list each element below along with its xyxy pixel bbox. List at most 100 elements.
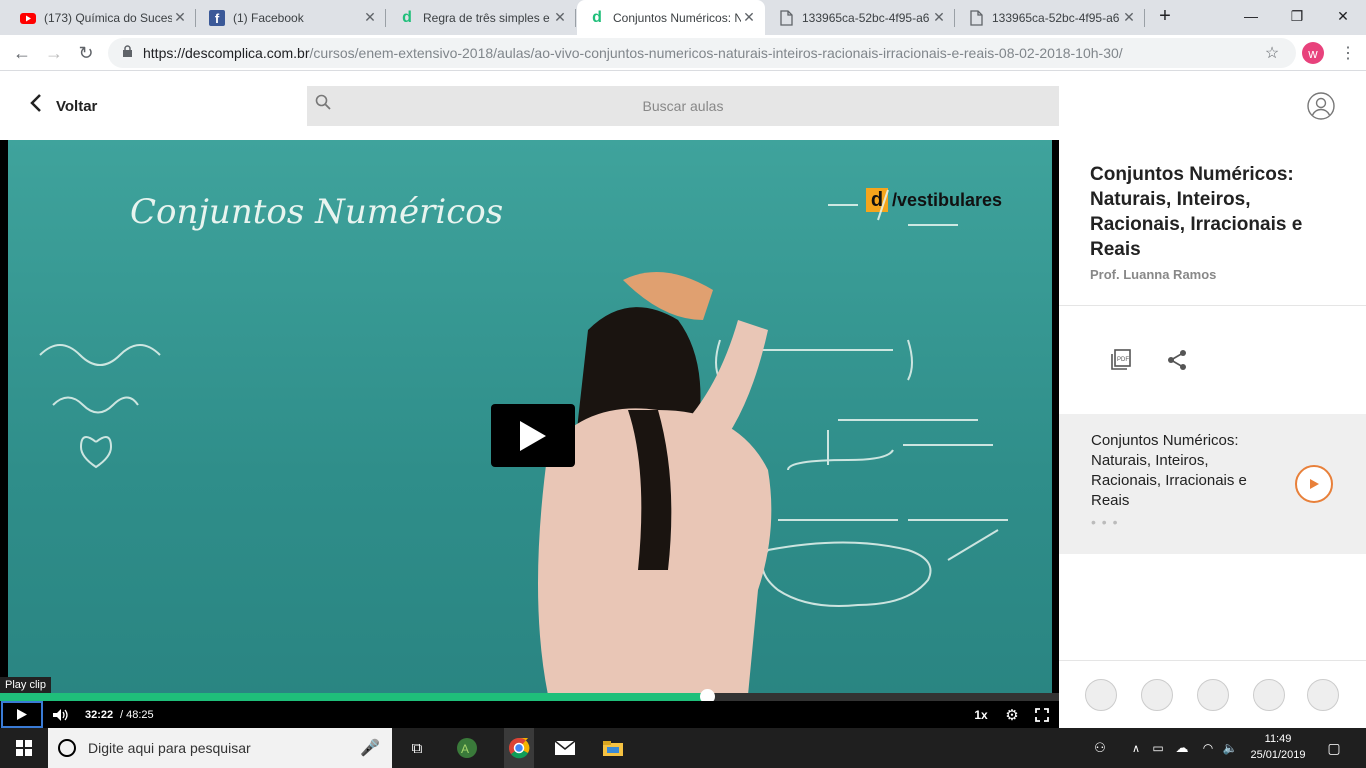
video-progress-bar[interactable]	[0, 689, 1059, 704]
svg-text:PDF: PDF	[1117, 357, 1129, 363]
close-icon[interactable]: ✕	[741, 9, 757, 26]
divider	[1059, 305, 1366, 306]
play-button-large[interactable]	[491, 404, 575, 467]
windows-taskbar: Digite aqui para pesquisar 🎤 ⧉ A ⚇ ∧ ▭ ☁…	[0, 728, 1366, 768]
tab-title: Regra de três simples e	[423, 10, 550, 25]
share-icon[interactable]	[1165, 348, 1189, 372]
address-bar[interactable]: https://descomplica.com.br/cursos/enem-e…	[108, 38, 1296, 68]
surprised-face-icon[interactable]	[1141, 679, 1173, 711]
lesson-list-item[interactable]: Conjuntos Numéricos: Naturais, Inteiros,…	[1059, 414, 1366, 554]
forward-arrow-icon[interactable]: →	[42, 41, 66, 65]
search-placeholder: Buscar aulas	[642, 98, 724, 114]
back-arrow-icon[interactable]: ←	[10, 41, 34, 65]
restore-icon[interactable]: ❐	[1274, 0, 1320, 32]
back-link[interactable]: Voltar	[30, 93, 97, 119]
speaker-icon[interactable]: 🔈	[1218, 736, 1242, 760]
search-icon	[315, 94, 331, 110]
clock-time: 11:49	[1264, 733, 1292, 745]
site-header: Voltar Buscar aulas	[0, 71, 1366, 140]
battery-icon[interactable]: ▭	[1146, 736, 1170, 760]
close-icon[interactable]: ✕	[172, 9, 188, 26]
teacher-figure	[538, 272, 772, 695]
angry-face-icon[interactable]	[1085, 679, 1117, 711]
microphone-icon[interactable]: 🎤	[360, 738, 380, 758]
close-icon[interactable]: ✕	[362, 9, 378, 26]
descomplica-icon: d	[402, 8, 412, 26]
lesson-item-title: Conjuntos Numéricos: Naturais, Inteiros,…	[1091, 432, 1247, 509]
document-icon	[778, 9, 794, 26]
settings-gear-icon[interactable]: ⚙	[1002, 701, 1022, 728]
people-icon[interactable]: ⚇	[1088, 736, 1112, 760]
lesson-title: Conjuntos Numéricos: Naturais, Inteiros,…	[1090, 164, 1303, 260]
screen: (173) Química do Suces ✕ f (1) Facebook …	[0, 0, 1366, 768]
browser-toolbar: ← → ↻ https://descomplica.com.br/cursos/…	[0, 35, 1366, 71]
lesson-panel: Conjuntos Numéricos: Naturais, Inteiros,…	[1059, 140, 1366, 728]
document-icon	[968, 9, 984, 26]
system-clock[interactable]: 11:49 25/01/2019	[1246, 731, 1310, 763]
descomplica-icon: d	[592, 8, 602, 26]
taskbar-search-placeholder: Digite aqui para pesquisar	[88, 740, 251, 756]
close-icon[interactable]: ✕	[1121, 9, 1137, 26]
reload-icon[interactable]: ↻	[74, 41, 98, 65]
play-clip-tooltip: Play clip	[0, 677, 51, 693]
clock-date: 25/01/2019	[1250, 749, 1306, 761]
browser-tab-strip: (173) Química do Suces ✕ f (1) Facebook …	[0, 0, 1366, 35]
notification-icon[interactable]: ▢	[1322, 736, 1346, 760]
reaction-bar	[1059, 660, 1366, 728]
android-studio-icon[interactable]: A	[455, 736, 479, 760]
file-explorer-icon[interactable]	[601, 736, 625, 760]
search-input[interactable]: Buscar aulas	[307, 86, 1059, 126]
chevron-up-icon[interactable]: ∧	[1124, 736, 1148, 760]
wifi-icon[interactable]: ◠	[1196, 736, 1220, 760]
current-time: 32:22	[85, 708, 114, 721]
mail-icon[interactable]	[553, 736, 577, 760]
mind-blown-face-icon[interactable]	[1307, 679, 1339, 711]
url-host: https://descomplica.com.br	[143, 45, 310, 61]
volume-icon[interactable]	[50, 701, 70, 728]
back-label: Voltar	[56, 97, 98, 115]
tab-title: (1) Facebook	[233, 10, 304, 25]
cortana-icon	[58, 739, 76, 757]
task-view-icon[interactable]: ⧉	[405, 736, 429, 760]
menu-kebab-icon[interactable]: ⋮	[1336, 41, 1360, 65]
close-icon[interactable]: ✕	[552, 9, 568, 26]
browser-tab[interactable]: f (1) Facebook ✕	[197, 0, 386, 35]
tab-title: 133965ca-52bc-4f95-a6	[992, 10, 1120, 25]
taskbar-search[interactable]: Digite aqui para pesquisar 🎤	[48, 728, 392, 768]
tab-title: Conjuntos Numéricos: N	[613, 10, 741, 25]
tab-title: (173) Química do Suces	[44, 10, 172, 25]
user-account-icon[interactable]	[1307, 92, 1335, 120]
new-tab-plus-icon[interactable]: +	[1150, 0, 1180, 32]
window-close-icon[interactable]: ✕	[1320, 0, 1366, 32]
url-path: /cursos/enem-extensivo-2018/aulas/ao-viv…	[309, 45, 1123, 61]
close-icon[interactable]: ✕	[931, 9, 947, 26]
video-player[interactable]: Conjuntos Numéricos d/vestibulares Play …	[0, 140, 1059, 728]
browser-tab[interactable]: d Regra de três simples e ✕	[387, 0, 576, 35]
chevron-left-icon	[30, 93, 42, 119]
lesson-item-dots: • • •	[1091, 514, 1119, 530]
skeptical-face-icon[interactable]	[1197, 679, 1229, 711]
onedrive-icon[interactable]: ☁	[1170, 736, 1194, 760]
profile-avatar[interactable]: w	[1302, 42, 1324, 64]
windows-start-icon[interactable]	[12, 736, 36, 760]
lock-icon	[122, 45, 133, 61]
bookmark-star-icon[interactable]: ☆	[1260, 41, 1284, 65]
fullscreen-icon[interactable]	[1032, 701, 1052, 728]
video-controls: 32:22 / 48:25 1x ⚙	[0, 701, 1059, 728]
browser-tab[interactable]: (173) Química do Suces ✕	[8, 0, 196, 35]
play-button[interactable]	[1, 701, 43, 728]
chrome-icon[interactable]	[504, 728, 534, 768]
laughing-face-icon[interactable]	[1253, 679, 1285, 711]
play-circle-icon[interactable]	[1295, 465, 1333, 503]
browser-tab-active[interactable]: d Conjuntos Numéricos: N ✕	[577, 0, 765, 35]
browser-tab[interactable]: 133965ca-52bc-4f95-a6 ✕	[956, 0, 1145, 35]
tab-title: 133965ca-52bc-4f95-a6	[802, 10, 930, 25]
minimize-icon[interactable]: —	[1228, 0, 1274, 32]
pdf-icon[interactable]: PDF	[1109, 348, 1133, 372]
browser-tab[interactable]: 133965ca-52bc-4f95-a6 ✕	[766, 0, 955, 35]
playback-speed[interactable]: 1x	[972, 701, 990, 728]
youtube-icon	[20, 10, 36, 26]
lesson-author: Prof. Luanna Ramos	[1090, 267, 1217, 282]
svg-text:A: A	[461, 742, 469, 756]
duration: / 48:25	[120, 708, 154, 721]
